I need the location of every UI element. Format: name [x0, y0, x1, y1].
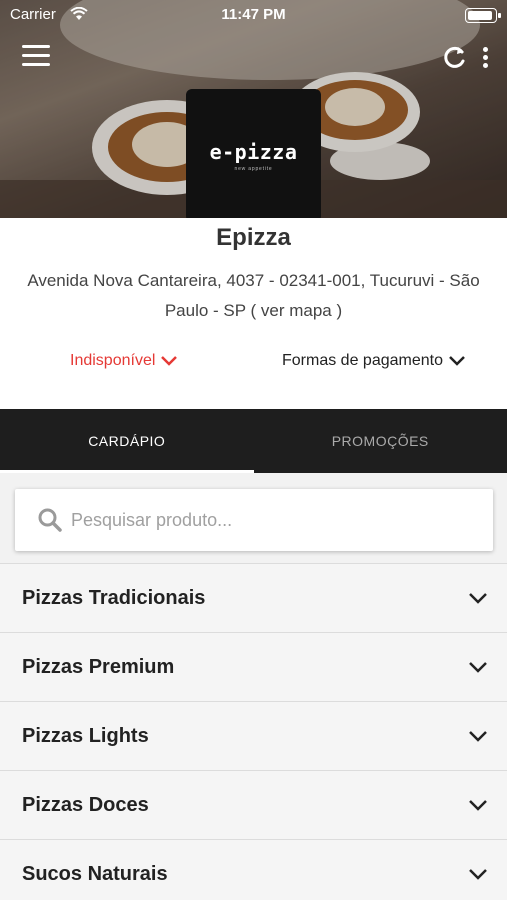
- category-item[interactable]: Pizzas Lights: [0, 701, 507, 770]
- chevron-down-icon: [469, 730, 487, 742]
- category-item[interactable]: Pizzas Premium: [0, 632, 507, 701]
- battery-icon: [465, 8, 501, 23]
- restaurant-name: Epizza: [216, 224, 291, 251]
- category-label: Pizzas Premium: [22, 655, 175, 678]
- search-section: [0, 473, 507, 563]
- category-item[interactable]: Sucos Naturais: [0, 839, 507, 900]
- category-label: Pizzas Doces: [22, 793, 149, 816]
- search-icon: [38, 508, 62, 532]
- availability-dropdown[interactable]: Indisponível: [70, 352, 178, 370]
- chevron-down-icon: [449, 356, 465, 366]
- more-vertical-icon[interactable]: [478, 44, 492, 70]
- category-item[interactable]: Pizzas Tradicionais: [0, 563, 507, 632]
- payment-methods-dropdown[interactable]: Formas de pagamento: [282, 352, 465, 370]
- clock: 11:47 PM: [221, 6, 286, 23]
- restaurant-logo: e-pizza new appetite: [186, 89, 321, 218]
- category-label: Pizzas Lights: [22, 724, 149, 747]
- restaurant-address[interactable]: Avenida Nova Cantareira, 4037 - 02341-00…: [10, 266, 497, 326]
- restaurant-info-card: Epizza Avenida Nova Cantareira, 4037 - 0…: [0, 218, 507, 409]
- availability-status: Indisponível: [70, 352, 156, 369]
- category-label: Sucos Naturais: [22, 862, 168, 885]
- category-label: Pizzas Tradicionais: [22, 586, 206, 609]
- chevron-down-icon: [469, 661, 487, 673]
- status-bar: Carrier 11:47 PM: [0, 0, 507, 30]
- hamburger-icon[interactable]: [22, 45, 50, 67]
- chevron-down-icon: [469, 799, 487, 811]
- tab-cardapio[interactable]: CARDÁPIO: [0, 409, 254, 473]
- logo-text: e-pizza: [209, 139, 298, 164]
- tab-bar: CARDÁPIO PROMOÇÕES: [0, 409, 507, 473]
- category-item[interactable]: Pizzas Doces: [0, 770, 507, 839]
- tab-promocoes[interactable]: PROMOÇÕES: [254, 409, 507, 473]
- refresh-icon[interactable]: [442, 44, 468, 70]
- header-banner: Carrier 11:47 PM e-pizza new appetite: [0, 0, 507, 218]
- search-input[interactable]: [71, 509, 471, 531]
- category-list: Pizzas Tradicionais Pizzas Premium Pizza…: [0, 563, 507, 900]
- chevron-down-icon: [161, 356, 178, 366]
- chevron-down-icon: [469, 592, 487, 604]
- logo-tagline: new appetite: [234, 165, 273, 172]
- search-box[interactable]: [15, 489, 493, 551]
- payment-methods-label: Formas de pagamento: [282, 352, 443, 369]
- chevron-down-icon: [469, 868, 487, 880]
